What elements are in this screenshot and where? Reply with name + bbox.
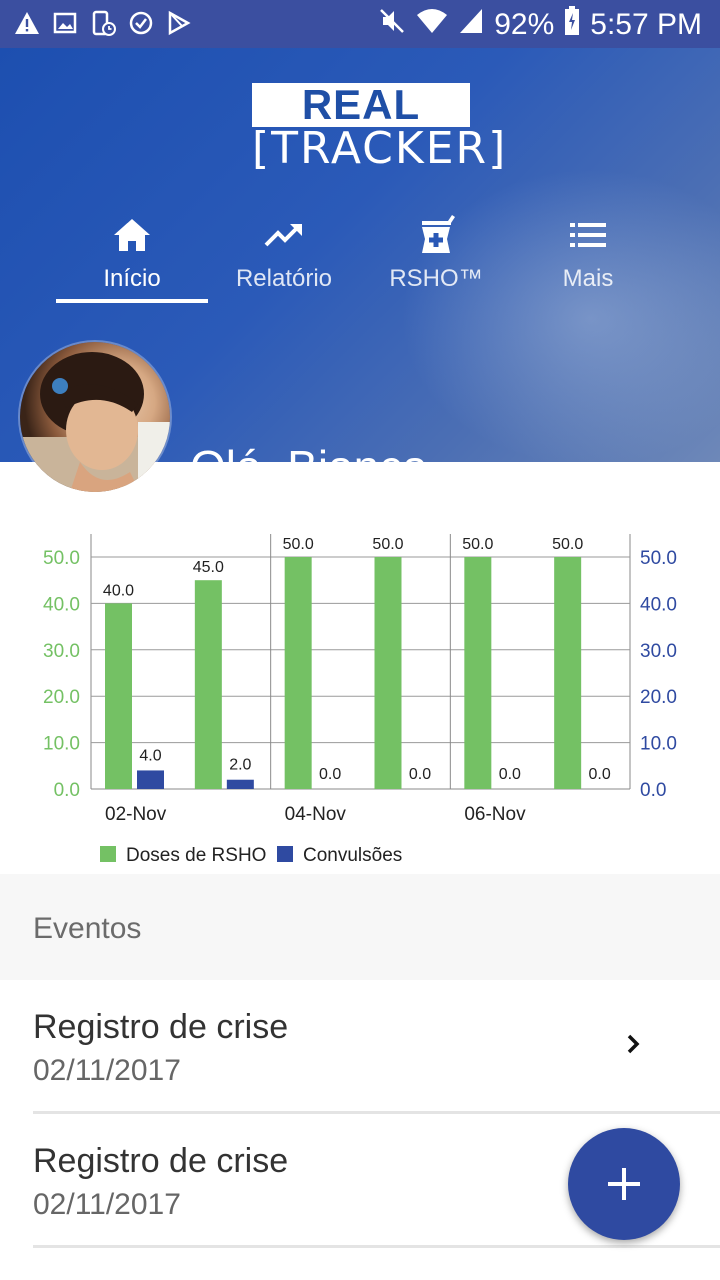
chevron-right-icon: [624, 1032, 644, 1056]
tab-inicio[interactable]: Início: [56, 213, 208, 303]
data-label-convulsions: 0.0: [319, 766, 341, 783]
bar-convulsions: [226, 779, 254, 789]
clock-time: 5:57 PM: [590, 8, 702, 41]
pharmacy-icon: [416, 215, 456, 255]
data-label-convulsions: 2.0: [229, 757, 251, 774]
data-label-doses: 50.0: [552, 536, 583, 553]
trend-icon: [264, 215, 304, 255]
legend-label-doses: Doses de RSHO: [126, 845, 266, 866]
right-axis-tick: 40.0: [640, 594, 677, 615]
bar-convulsions: [137, 770, 164, 789]
home-icon: [112, 215, 152, 255]
plus-icon: [608, 1168, 640, 1200]
data-label-convulsions: 0.0: [499, 766, 521, 783]
tab-label: RSHO™: [389, 265, 483, 292]
data-label-convulsions: 4.0: [139, 747, 161, 764]
data-label-doses: 50.0: [372, 536, 403, 553]
signal-icon: [458, 7, 484, 43]
divider: [33, 1245, 720, 1248]
list-icon: [568, 215, 608, 255]
battery-icon: [564, 6, 580, 44]
left-axis-tick: 50.0: [43, 548, 80, 569]
wifi-icon: [416, 7, 448, 43]
left-axis-tick: 10.0: [43, 734, 80, 755]
data-label-doses: 50.0: [462, 536, 493, 553]
tab-label: Relatório: [235, 265, 333, 292]
check-circle-icon: [128, 10, 154, 36]
legend-swatch-doses: [100, 846, 116, 862]
list-item[interactable]: Registro de crise 02/11/2017: [0, 980, 720, 1114]
battery-percent: 92%: [494, 8, 555, 41]
event-date: 02/11/2017: [33, 1188, 181, 1221]
logo-tracker: [TRACKER]: [252, 123, 508, 174]
mute-icon: [378, 7, 406, 43]
right-axis-tick: 20.0: [640, 687, 677, 708]
left-axis-tick: 0.0: [54, 780, 80, 801]
tab-label: Mais: [562, 265, 614, 292]
greeting-text: Olá, Bianca: [190, 440, 428, 462]
right-axis-tick: 10.0: [640, 734, 677, 755]
right-axis-tick: 30.0: [640, 641, 677, 662]
app-logo: REAL [TRACKER]: [252, 83, 508, 174]
tab-rsho[interactable]: RSHO™: [360, 213, 512, 303]
logo-real: REAL: [252, 83, 470, 127]
bar-doses: [374, 557, 402, 789]
device-clock-icon: [90, 10, 116, 36]
active-tab-indicator: [56, 299, 208, 303]
bar-doses: [284, 557, 312, 789]
chart-canvas: 0.0 10.0 20.0 30.0 40.0 50.0 0.0 10.0 20.0 30.0 40…: [43, 534, 677, 866]
add-event-button[interactable]: [568, 1128, 680, 1240]
data-label-doses: 50.0: [283, 536, 314, 553]
right-axis-tick: 0.0: [640, 780, 666, 801]
data-label-convulsions: 0.0: [589, 766, 611, 783]
events-title: Eventos: [33, 912, 142, 945]
legend-swatch-convulsions: [277, 846, 293, 862]
play-store-icon: [166, 10, 192, 36]
tab-label: Início: [103, 265, 161, 292]
event-title: Registro de crise: [33, 1142, 289, 1180]
legend-label-convulsions: Convulsões: [303, 845, 402, 866]
image-icon: [52, 10, 78, 36]
left-axis-tick: 20.0: [43, 687, 80, 708]
bar-doses: [105, 603, 132, 789]
events-section-header: Eventos: [0, 874, 720, 980]
tab-mais[interactable]: Mais: [512, 213, 664, 303]
event-date: 02/11/2017: [33, 1054, 181, 1087]
bar-doses: [464, 557, 492, 789]
x-axis-tick: 04-Nov: [285, 804, 347, 825]
warning-icon: [14, 10, 40, 36]
bar-doses: [194, 580, 222, 789]
left-axis-tick: 30.0: [43, 641, 80, 662]
x-axis-tick: 02-Nov: [105, 804, 167, 825]
data-label-doses: 40.0: [103, 582, 134, 599]
data-label-doses: 45.0: [193, 559, 224, 576]
avatar[interactable]: [20, 342, 170, 492]
tab-relatorio[interactable]: Relatório: [208, 213, 360, 303]
right-axis-tick: 50.0: [640, 548, 677, 569]
left-axis-tick: 40.0: [43, 594, 80, 615]
status-bar: 92% 5:57 PM: [0, 0, 720, 48]
x-axis-tick: 06-Nov: [464, 804, 526, 825]
main-nav: Início Relatório RSHO™ Mais: [56, 213, 664, 303]
data-label-convulsions: 0.0: [409, 766, 431, 783]
event-title: Registro de crise: [33, 1008, 289, 1046]
bar-doses: [554, 557, 582, 789]
doses-chart: 0.0 10.0 20.0 30.0 40.0 50.0 0.0 10.0 20.0 30.0 40…: [0, 462, 720, 874]
